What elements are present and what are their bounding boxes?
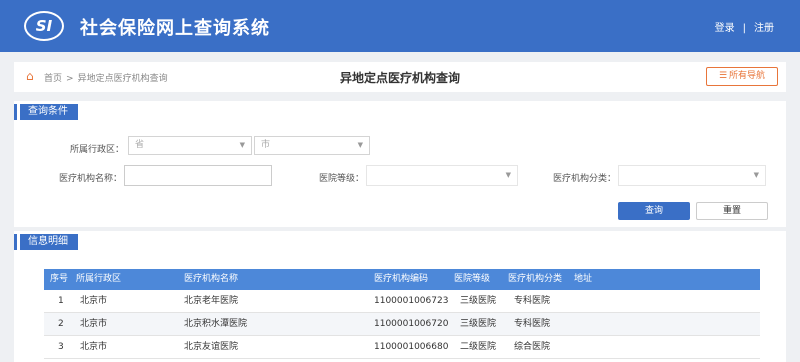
institution-category-select[interactable]: ▼	[618, 165, 766, 186]
row-hospital-level: 三级医院	[460, 296, 497, 306]
row-institution-code: 1100001006723	[374, 296, 449, 306]
column-header-region: 所属行政区	[76, 274, 122, 284]
row-institution-code: 1100001006720	[374, 319, 449, 329]
table-row[interactable]: 1 北京市 北京老年医院 1100001006723 三级医院 专科医院	[44, 290, 760, 313]
breadcrumb-home[interactable]: 首页	[44, 74, 62, 84]
social-security-logo: SI	[24, 11, 64, 41]
institution-name-input[interactable]	[124, 165, 272, 186]
auth-separator: |	[742, 23, 746, 34]
table-row[interactable]: 3 北京市 北京友谊医院 1100001006680 二级医院 综合医院	[44, 336, 760, 359]
institution-table: 序号 所属行政区 医疗机构名称 医疗机构编码 医院等级 医疗机构分类 地址 1 …	[44, 269, 760, 359]
hospital-level-select[interactable]: ▼	[366, 165, 518, 186]
row-region: 北京市	[80, 319, 108, 329]
row-institution-category: 综合医院	[514, 342, 551, 352]
province-select-value: 省	[135, 140, 145, 150]
institution-category-label: 医疗机构分类：	[552, 174, 616, 184]
column-header-index: 序号	[50, 274, 69, 284]
city-select[interactable]: 市 ▼	[254, 136, 370, 155]
breadcrumb: 首页 > 异地定点医疗机构查询	[44, 71, 168, 84]
region-label: 所属行政区：	[69, 145, 124, 155]
column-header-name: 医疗机构名称	[184, 274, 239, 284]
breadcrumb-current: 异地定点医疗机构查询	[77, 74, 168, 84]
row-region: 北京市	[80, 296, 108, 306]
row-region: 北京市	[80, 342, 108, 352]
row-index: 1	[58, 296, 64, 306]
title-bar: ⌂ 首页 > 异地定点医疗机构查询 异地定点医疗机构查询 ☰ 所有导航	[14, 62, 786, 92]
register-link[interactable]: 注册	[754, 23, 774, 34]
breadcrumb-arrow: >	[66, 74, 74, 84]
row-hospital-level: 三级医院	[460, 319, 497, 329]
row-institution-code: 1100001006680	[374, 342, 449, 352]
table-row[interactable]: 2 北京市 北京积水潭医院 1100001006720 三级医院 专科医院	[44, 313, 760, 336]
chevron-down-icon: ▼	[357, 141, 363, 149]
query-section-header: 查询条件	[14, 104, 78, 120]
column-header-category: 医疗机构分类	[508, 274, 563, 284]
row-hospital-level: 二级医院	[460, 342, 497, 352]
all-navigation-label: 所有导航	[729, 71, 766, 81]
query-button[interactable]: 查询	[618, 202, 690, 220]
details-section-header: 信息明细	[14, 234, 78, 250]
query-panel: 查询条件 所属行政区： 省 ▼ 市 ▼ 医疗机构名称： 医院等级： ▼ 医疗机构…	[14, 101, 786, 227]
row-institution-name: 北京积水潭医院	[184, 319, 248, 329]
app-title: 社会保险网上查询系统	[80, 18, 270, 39]
reset-button[interactable]: 重置	[696, 202, 768, 220]
top-header: SI 社会保险网上查询系统 登录 | 注册	[0, 0, 800, 52]
auth-links: 登录 | 注册	[715, 19, 774, 34]
all-navigation-button[interactable]: ☰ 所有导航	[706, 67, 778, 86]
chevron-down-icon: ▼	[505, 171, 511, 179]
institution-name-label: 医疗机构名称：	[58, 174, 122, 184]
column-header-level: 医院等级	[454, 274, 491, 284]
column-header-address: 地址	[574, 274, 593, 284]
column-header-code: 医疗机构编码	[374, 274, 429, 284]
row-index: 2	[58, 319, 64, 329]
details-panel: 信息明细 序号 所属行政区 医疗机构名称 医疗机构编码 医院等级 医疗机构分类 …	[14, 231, 786, 362]
row-institution-name: 北京老年医院	[184, 296, 239, 306]
table-header: 序号 所属行政区 医疗机构名称 医疗机构编码 医院等级 医疗机构分类 地址	[44, 269, 760, 290]
home-icon[interactable]: ⌂	[26, 70, 38, 82]
hospital-level-label: 医院等级：	[318, 174, 364, 184]
province-select[interactable]: 省 ▼	[128, 136, 252, 155]
row-institution-name: 北京友谊医院	[184, 342, 239, 352]
row-institution-category: 专科医院	[514, 319, 551, 329]
chevron-down-icon: ▼	[239, 141, 245, 149]
login-link[interactable]: 登录	[715, 23, 735, 34]
chevron-down-icon: ▼	[753, 171, 759, 179]
row-index: 3	[58, 342, 64, 352]
row-institution-category: 专科医院	[514, 296, 551, 306]
city-select-value: 市	[261, 140, 271, 150]
menu-icon: ☰	[718, 71, 728, 81]
